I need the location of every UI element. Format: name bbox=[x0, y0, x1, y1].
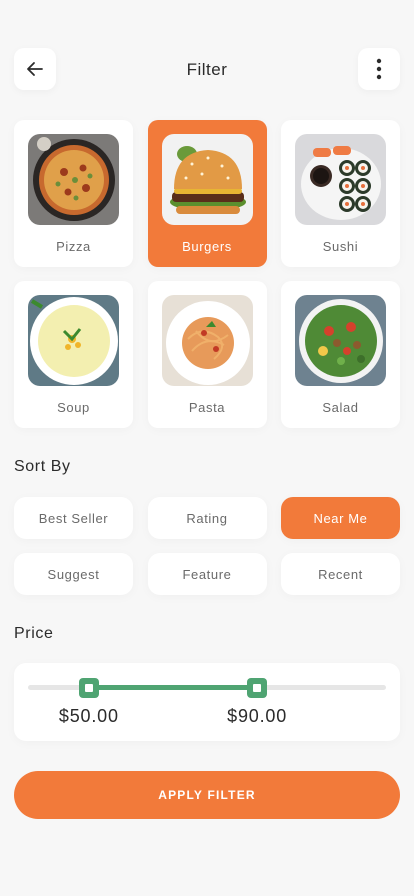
category-pizza[interactable]: Pizza bbox=[14, 120, 133, 267]
burger-image bbox=[161, 134, 253, 225]
sort-chip-recent[interactable]: Recent bbox=[281, 553, 400, 595]
category-burgers[interactable]: Burgers bbox=[147, 120, 267, 267]
category-label: Salad bbox=[322, 400, 359, 415]
category-label: Pasta bbox=[188, 400, 226, 415]
price-heading: Price bbox=[14, 625, 54, 642]
salad-image bbox=[295, 295, 386, 386]
category-label: Pizza bbox=[56, 239, 91, 254]
price-slider-range bbox=[88, 685, 258, 690]
category-grid: Pizza Burgers Sushi Soup Pasta Salad bbox=[14, 120, 400, 428]
sort-by-heading: Sort By bbox=[14, 458, 71, 475]
price-range-card: $50.00 $90.00 bbox=[14, 663, 400, 741]
sort-chip-rating[interactable]: Rating bbox=[147, 497, 267, 539]
sort-chip-best-seller[interactable]: Best Seller bbox=[14, 497, 133, 539]
sushi-image bbox=[295, 134, 386, 225]
price-min-handle[interactable] bbox=[78, 678, 99, 698]
price-min-label: $50.00 bbox=[58, 706, 119, 726]
more-vertical-icon bbox=[376, 58, 382, 80]
soup-image bbox=[28, 295, 119, 386]
price-max-label: $90.00 bbox=[227, 706, 288, 726]
apply-filter-button[interactable]: APPLY FILTER bbox=[14, 771, 400, 819]
price-max-handle[interactable] bbox=[247, 678, 268, 698]
category-label: Soup bbox=[57, 400, 90, 415]
category-label: Sushi bbox=[322, 239, 359, 254]
sort-chip-near-me[interactable]: Near Me bbox=[281, 497, 400, 539]
pasta-image bbox=[161, 295, 253, 386]
category-sushi[interactable]: Sushi bbox=[281, 120, 400, 267]
category-label: Burgers bbox=[182, 239, 232, 254]
pizza-image bbox=[28, 134, 119, 225]
page-title: Filter bbox=[186, 60, 228, 79]
category-pasta[interactable]: Pasta bbox=[147, 281, 267, 428]
sort-options: Best Seller Rating Near Me Suggest Featu… bbox=[14, 497, 400, 595]
category-salad[interactable]: Salad bbox=[281, 281, 400, 428]
header: Filter bbox=[14, 48, 400, 90]
more-options-button[interactable] bbox=[358, 48, 400, 90]
category-soup[interactable]: Soup bbox=[14, 281, 133, 428]
sort-chip-suggest[interactable]: Suggest bbox=[14, 553, 133, 595]
sort-chip-feature[interactable]: Feature bbox=[147, 553, 267, 595]
